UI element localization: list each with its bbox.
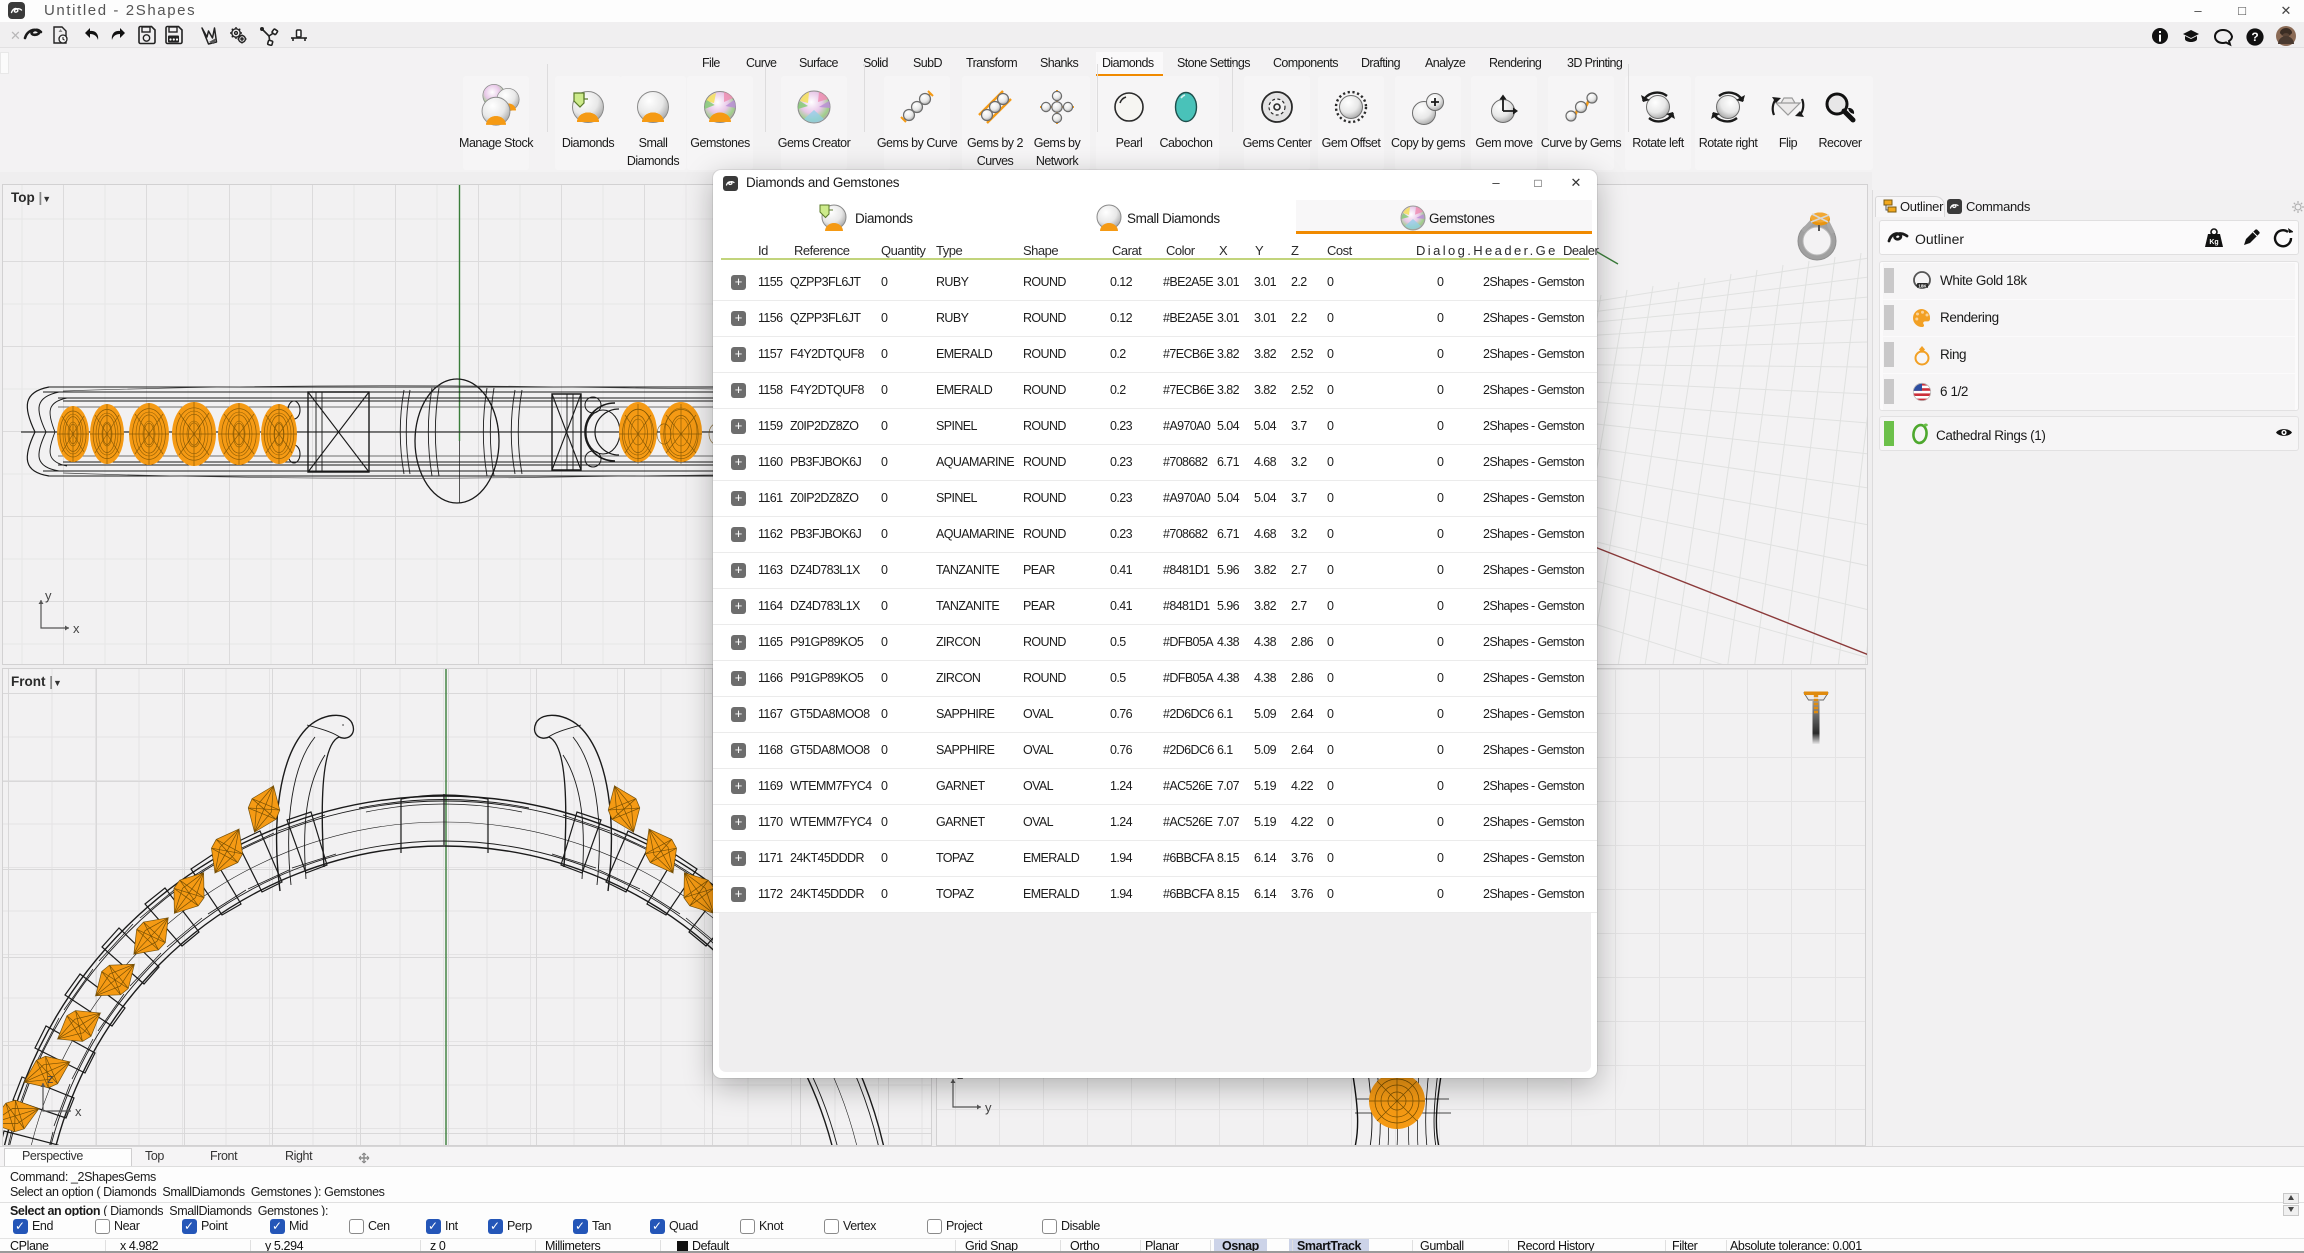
svg-text:x: x — [73, 621, 80, 636]
svg-text:?: ? — [2251, 30, 2258, 44]
svg-text:y: y — [45, 590, 52, 603]
svg-text:z: z — [47, 1073, 54, 1086]
svg-text:Kg: Kg — [2209, 239, 2218, 246]
svg-text:18K: 18K — [1918, 283, 1927, 288]
svg-text:y: y — [985, 1100, 992, 1115]
svg-text:x: x — [75, 1104, 82, 1119]
